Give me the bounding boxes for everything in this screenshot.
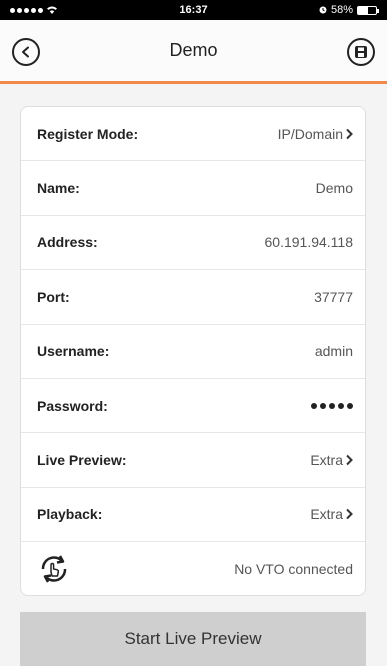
name-label: Name: [37, 180, 80, 197]
port-label: Port: [37, 288, 70, 305]
address-row[interactable]: Address: 60.191.94.118 [21, 216, 365, 271]
start-live-preview-button[interactable]: Start Live Preview [20, 612, 366, 666]
chevron-left-icon [22, 46, 29, 58]
status-right: 58% [319, 4, 379, 16]
port-value[interactable]: 37777 [314, 289, 353, 305]
alarm-icon [319, 6, 327, 14]
status-bar: 16:37 58% [0, 0, 387, 20]
name-row[interactable]: Name: Demo [21, 161, 365, 216]
battery-percent: 58% [330, 4, 353, 16]
live-preview-label: Live Preview: [37, 452, 127, 469]
playback-row[interactable]: Playback: Extra [21, 488, 365, 543]
back-button[interactable] [12, 38, 40, 66]
live-preview-value-container: Extra [310, 452, 353, 468]
username-label: Username: [37, 343, 110, 360]
register-mode-value: IP/Domain [277, 125, 343, 142]
password-value[interactable] [311, 402, 353, 409]
chevron-right-icon [346, 454, 353, 466]
register-mode-row[interactable]: Register Mode: IP/Domain [21, 107, 365, 162]
playback-value-container: Extra [310, 506, 353, 522]
chevron-right-icon [346, 128, 353, 139]
address-value[interactable]: 60.191.94.118 [265, 234, 354, 250]
battery-level [358, 6, 369, 14]
name-value[interactable]: Demo [316, 180, 353, 196]
vto-row: No VTO connected [21, 542, 365, 595]
playback-label: Playback: [37, 506, 103, 523]
register-mode-label: Register Mode: [37, 125, 139, 142]
port-row[interactable]: Port: 37777 [21, 270, 365, 325]
register-mode-value-container: IP/Domain [278, 126, 353, 142]
playback-value: Extra [310, 506, 343, 523]
wifi-icon [47, 6, 57, 14]
chevron-right-icon [346, 509, 353, 520]
password-row[interactable]: Password: [21, 379, 365, 434]
vto-status: No VTO connected [234, 561, 353, 578]
battery-icon [357, 5, 379, 15]
live-preview-row[interactable]: Live Preview: Extra [21, 433, 365, 488]
status-left [10, 6, 57, 14]
save-icon [355, 46, 367, 58]
username-value[interactable]: admin [315, 343, 353, 359]
username-row[interactable]: Username: admin [21, 325, 365, 379]
password-label: Password: [37, 397, 108, 414]
page-title: Demo [169, 40, 218, 60]
vto-connect-icon[interactable] [37, 552, 71, 586]
nav-bar: Demo [0, 20, 387, 84]
live-preview-value: Extra [310, 452, 343, 469]
address-label: Address: [37, 234, 98, 251]
save-button[interactable] [347, 38, 375, 66]
signal-strength-icon [10, 7, 43, 13]
device-settings-card: Register Mode: IP/Domain Name: Demo Addr… [20, 106, 366, 596]
